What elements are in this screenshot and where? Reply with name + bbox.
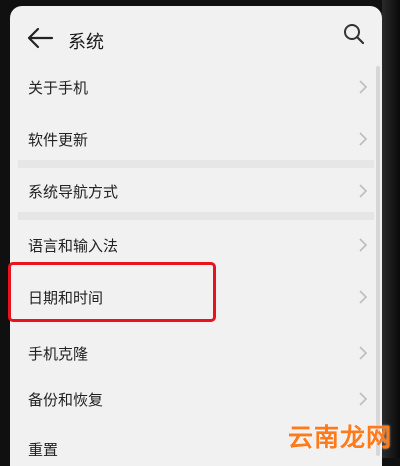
section-divider bbox=[18, 212, 374, 220]
chevron-right-icon bbox=[359, 392, 368, 406]
arrow-left-icon bbox=[27, 27, 54, 49]
settings-item-label: 系统导航方式 bbox=[28, 183, 119, 201]
chevron-right-icon bbox=[359, 132, 368, 146]
page-title: 系统 bbox=[68, 32, 104, 53]
settings-item-navigation-mode[interactable]: 系统导航方式 bbox=[10, 166, 382, 216]
settings-item-label: 关于手机 bbox=[28, 79, 89, 97]
settings-item-language-input[interactable]: 语言和输入法 bbox=[10, 220, 382, 270]
settings-item-about-phone[interactable]: 关于手机 bbox=[10, 62, 382, 112]
app-header: 系统 bbox=[10, 6, 382, 68]
back-button[interactable] bbox=[26, 26, 54, 50]
chevron-right-icon bbox=[359, 80, 368, 94]
search-button[interactable] bbox=[342, 22, 366, 46]
settings-item-label: 语言和输入法 bbox=[28, 237, 119, 255]
watermark-text: 云南龙网 bbox=[287, 423, 392, 452]
settings-item-label: 手机克隆 bbox=[28, 345, 89, 363]
search-icon bbox=[344, 24, 365, 45]
scrollbar[interactable] bbox=[376, 66, 380, 456]
settings-item-software-update[interactable]: 软件更新 bbox=[10, 114, 382, 164]
settings-item-label: 日期和时间 bbox=[28, 289, 104, 307]
settings-item-label: 重置 bbox=[28, 441, 59, 459]
settings-item-backup-restore[interactable]: 备份和恢复 bbox=[10, 374, 382, 424]
device-edge bbox=[382, 0, 400, 458]
settings-item-label: 软件更新 bbox=[28, 131, 89, 149]
chevron-right-icon bbox=[359, 290, 368, 304]
chevron-right-icon bbox=[359, 346, 368, 360]
chevron-right-icon bbox=[359, 184, 368, 198]
settings-item-date-time[interactable]: 日期和时间 bbox=[10, 272, 382, 322]
settings-screen: 系统 关于手机 软件更新 系统导航方式 语言和输入法 日期和时间 手机克隆 备份… bbox=[10, 6, 382, 466]
chevron-right-icon bbox=[359, 238, 368, 252]
settings-item-label: 备份和恢复 bbox=[28, 391, 104, 409]
settings-item-phone-clone[interactable]: 手机克隆 bbox=[10, 328, 382, 378]
